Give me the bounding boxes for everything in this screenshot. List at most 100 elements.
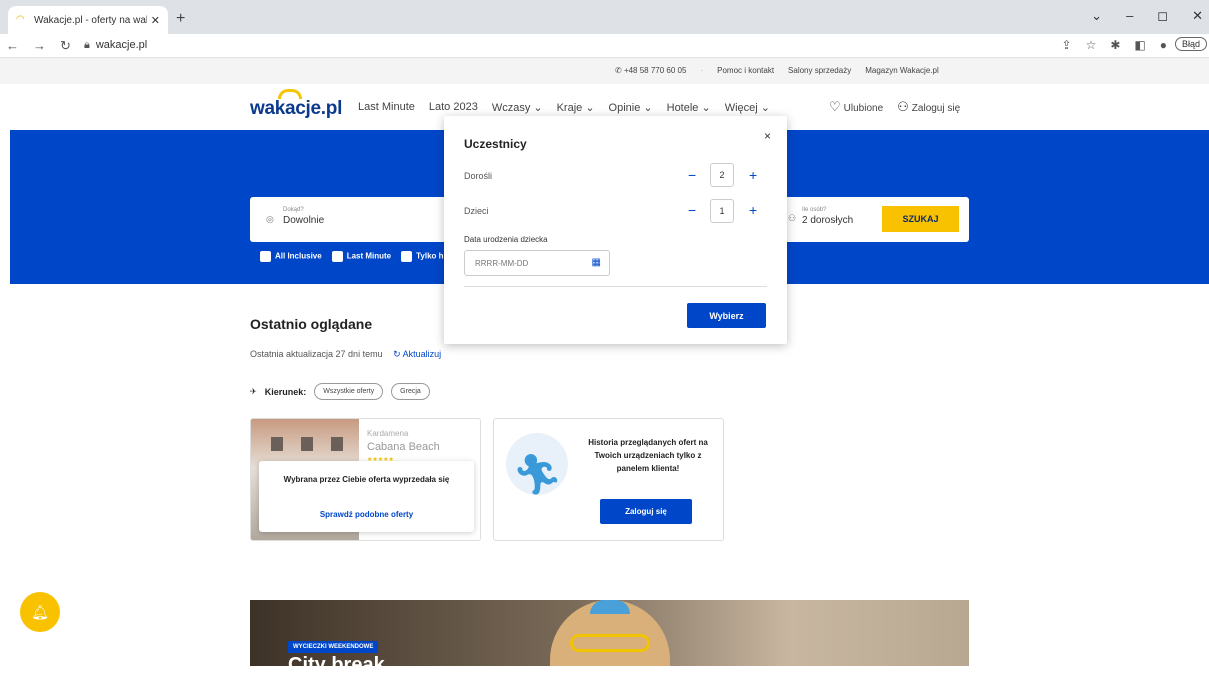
tab-close-icon[interactable]: ✕ — [151, 14, 160, 27]
participants-field[interactable]: Ile osób? 2 dorosłych — [802, 207, 853, 226]
nav-wiecej[interactable]: Więcej ⌄ — [725, 101, 770, 114]
address-bar: ← → ↻ 🔒︎ wakacje.pl ⇪ ☆ ✱ ◧ ● Błąd — [0, 34, 1209, 58]
sidepanel-icon[interactable]: ◧ — [1134, 38, 1145, 52]
destination-label: Dokąd? — [283, 207, 304, 213]
error-button[interactable]: Błąd — [1174, 37, 1207, 51]
pill-grecja[interactable]: Grecja — [391, 383, 430, 400]
nav-hotele[interactable]: Hotele ⌄ — [667, 101, 711, 114]
login-promo-card: 🏃︎ Historia przeglądanych ofert na Twoic… — [493, 418, 724, 541]
adults-label: Dorośli — [464, 171, 493, 181]
adults-increment-button[interactable]: + — [749, 167, 757, 183]
children-count[interactable]: 1 — [710, 199, 734, 223]
direction-filter: ✈ Kierunek: Wszystkie oferty Grecja — [250, 383, 430, 400]
minimize-button[interactable]: – — [1126, 8, 1133, 24]
soldout-text: Wybrana przez Ciebie oferta wyprzedała s… — [283, 475, 450, 484]
favicon-icon: ◠ — [16, 14, 25, 25]
bell-icon: 🔔︎ — [31, 603, 49, 620]
select-button[interactable]: Wybierz — [687, 303, 766, 328]
profile-icon[interactable]: ● — [1160, 38, 1167, 52]
promo-text: Historia przeglądanych ofert na Twoich u… — [588, 438, 708, 473]
participants-modal: Uczestnicy × Dorośli − 2 + Dzieci − 1 + … — [444, 116, 787, 344]
stores-link[interactable]: Salony sprzedaży — [788, 66, 851, 75]
participants-label: Ile osób? — [802, 207, 827, 213]
logo-arc-icon — [278, 89, 302, 99]
extensions-icon[interactable]: ✱ — [1110, 38, 1120, 52]
phone-icon: ✆ — [615, 66, 624, 75]
checkbox[interactable] — [260, 251, 271, 262]
top-info-bar: ✆ +48 58 770 60 05 · Pomoc i kontakt Sal… — [0, 58, 1209, 84]
checkbox[interactable] — [331, 251, 343, 262]
adults-decrement-button[interactable]: − — [688, 167, 696, 183]
sunglasses-shape — [570, 634, 650, 652]
favorites-link[interactable]: ♡ Ulubione — [829, 99, 883, 115]
lock-icon: 🔒︎ — [84, 39, 90, 51]
heart-icon: ♡ — [829, 99, 841, 114]
update-text: Ostatnia aktualizacja 27 dni temu — [250, 349, 383, 359]
phone-link[interactable]: ✆ +48 58 770 60 05 — [615, 66, 686, 75]
login-link[interactable]: ⚇ Zaloguj się — [897, 99, 960, 115]
magazine-link[interactable]: Magazyn Wakacje.pl — [865, 66, 939, 75]
soldout-overlay: Wybrana przez Ciebie oferta wyprzedała s… — [259, 461, 474, 532]
similar-offers-link[interactable]: Sprawdź podobne oferty — [259, 510, 474, 519]
calendar-icon[interactable]: ▦ — [592, 257, 601, 268]
nav-last-minute[interactable]: Last Minute — [358, 101, 415, 114]
tab-title: Wakacje.pl - oferty na wakacje i — [34, 14, 147, 26]
person-icon: ⚇ — [788, 213, 797, 223]
participants-value: 2 dorosłych — [802, 215, 854, 226]
forward-icon[interactable]: → — [33, 38, 46, 54]
reload-icon[interactable]: ↻ — [60, 38, 71, 54]
nav-lato-2023[interactable]: Lato 2023 — [429, 101, 478, 114]
share-icon[interactable]: ⇪ — [1062, 38, 1072, 52]
site-logo[interactable]: wakacje.pl — [250, 89, 342, 120]
children-label: Dzieci — [464, 206, 489, 216]
adults-count[interactable]: 2 — [710, 163, 734, 187]
notification-bell-button[interactable]: 🔔︎ — [20, 592, 60, 632]
user-nav: ♡ Ulubione ⚇ Zaloguj się — [829, 99, 960, 115]
filter-tylko[interactable]: Tylko h — [401, 251, 444, 262]
nav-opinie[interactable]: Opinie ⌄ — [609, 101, 653, 114]
nav-buttons: ← → ↻ — [6, 38, 71, 54]
nav-wczasy[interactable]: Wczasy ⌄ — [492, 101, 543, 114]
bookmark-star-icon[interactable]: ☆ — [1086, 38, 1097, 52]
refresh-link[interactable]: ↻ Aktualizuj — [393, 349, 441, 359]
main-nav: Last Minute Lato 2023 Wczasy ⌄ Kraje ⌄ O… — [358, 101, 770, 114]
close-window-button[interactable]: ✕ — [1192, 8, 1203, 24]
url-field[interactable]: 🔒︎ wakacje.pl — [84, 39, 147, 52]
plane-icon: ✈ — [250, 387, 257, 396]
url-text: wakacje.pl — [95, 39, 148, 51]
child-dob-input[interactable]: RRRR-MM-DD ▦ — [464, 250, 610, 276]
hatband-shape — [590, 600, 630, 614]
close-icon[interactable]: × — [764, 129, 771, 143]
user-icon: ⚇ — [897, 99, 909, 114]
filter-last-minute[interactable]: Last Minute — [331, 251, 391, 262]
help-link[interactable]: Pomoc i kontakt — [717, 66, 774, 75]
browser-tabbar: ◠ Wakacje.pl - oferty na wakacje i ✕ + ⌄… — [0, 0, 1209, 34]
offer-hotel-name: Cabana Beach — [367, 441, 440, 453]
browser-toolbar: ⇪ ☆ ✱ ◧ ● — [1062, 38, 1167, 52]
divider — [464, 286, 767, 287]
filter-all-inclusive[interactable]: All Inclusive — [260, 251, 322, 262]
new-tab-button[interactable]: + — [176, 10, 185, 28]
dob-placeholder: RRRR-MM-DD — [475, 259, 529, 268]
pill-all-offers[interactable]: Wszystkie oferty — [314, 383, 384, 400]
search-filters: All Inclusive Last Minute Tylko h — [260, 251, 444, 262]
window-controls: ⌄ – ◻ ✕ — [1091, 8, 1203, 24]
nav-kraje[interactable]: Kraje ⌄ — [557, 101, 595, 114]
checkbox[interactable] — [401, 251, 413, 262]
back-icon[interactable]: ← — [6, 38, 19, 54]
children-increment-button[interactable]: + — [749, 202, 757, 218]
destination-field[interactable]: Dokąd? Dowolnie — [265, 207, 324, 226]
offer-location: Kardamena — [367, 429, 409, 438]
login-button[interactable]: Zaloguj się — [600, 499, 692, 524]
child-dob-label: Data urodzenia dziecka — [464, 235, 548, 244]
children-decrement-button[interactable]: − — [688, 202, 696, 218]
browser-tab[interactable]: ◠ Wakacje.pl - oferty na wakacje i ✕ — [8, 6, 168, 34]
direction-label: Kierunek: — [264, 386, 307, 397]
search-button[interactable]: SZUKAJ — [882, 206, 959, 232]
refresh-icon: ↻ — [393, 349, 403, 359]
banner-badge: WYCIECZKI WEEKENDOWE — [288, 641, 379, 653]
maximize-button[interactable]: ◻ — [1157, 8, 1168, 24]
tab-search-icon[interactable]: ⌄ — [1091, 8, 1102, 24]
modal-title: Uczestnicy — [464, 137, 527, 151]
destination-value: Dowolnie — [283, 215, 325, 226]
